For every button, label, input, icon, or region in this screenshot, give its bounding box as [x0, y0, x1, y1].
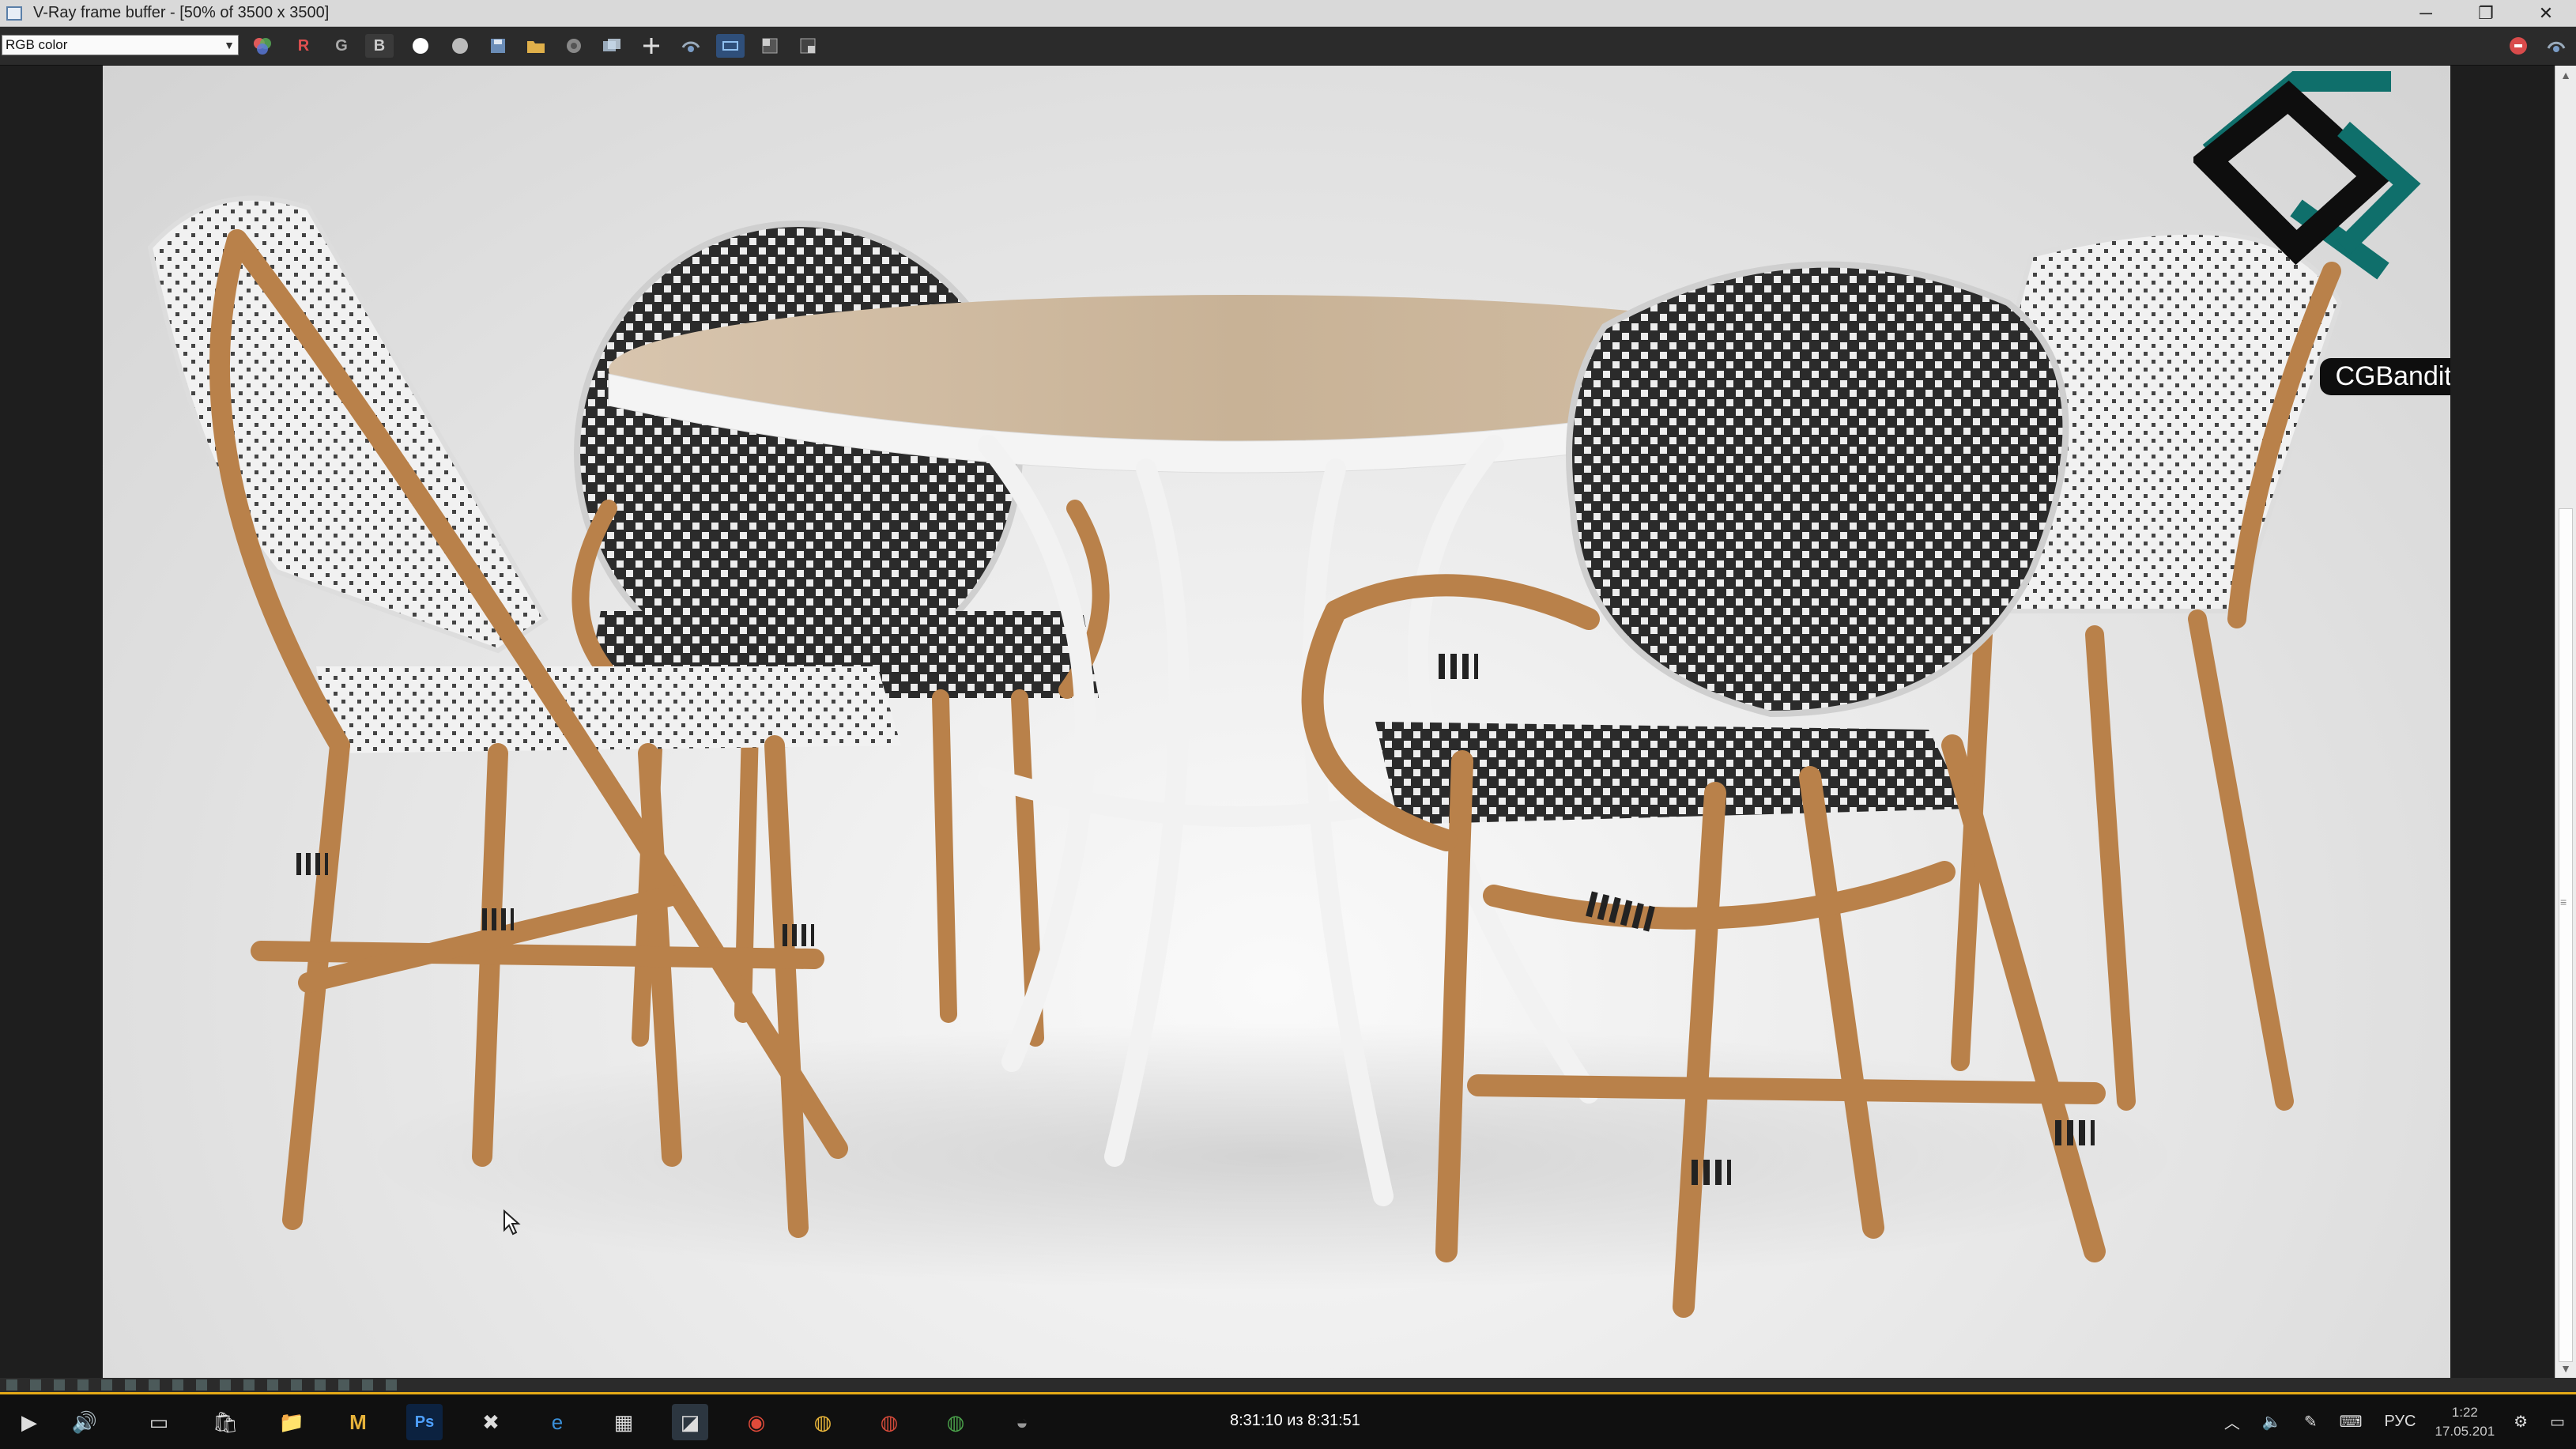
blue-channel-button[interactable]: B — [365, 34, 394, 58]
vray-frame-icon — [6, 6, 22, 21]
compare-icon[interactable] — [756, 34, 784, 58]
background-icon[interactable] — [220, 1379, 231, 1391]
pen-icon[interactable]: ✎ — [2304, 1412, 2318, 1432]
history-icon[interactable] — [6, 1379, 17, 1391]
restore-button[interactable]: ❐ — [2456, 0, 2516, 26]
explorer-icon[interactable]: 📁 — [273, 1404, 310, 1440]
window-controls: ─ ❐ ✕ — [2396, 0, 2576, 26]
vfb-toolbar: RGB color ▼ R G B — [0, 27, 2576, 66]
player-time: 8:31:10 из 8:31:51 — [1230, 1412, 1360, 1429]
keyboard-icon[interactable]: ⌨ — [2340, 1412, 2363, 1432]
green-channel-button[interactable]: G — [327, 34, 356, 58]
stop-render-icon[interactable] — [2504, 34, 2533, 58]
hsl-icon[interactable] — [149, 1379, 160, 1391]
chrome-canary-icon[interactable]: ◍ — [805, 1404, 841, 1440]
edge-icon[interactable]: e — [539, 1404, 575, 1440]
levels-icon[interactable] — [54, 1379, 65, 1391]
chrome-icon[interactable]: ◍ — [871, 1404, 907, 1440]
curve-icon[interactable] — [77, 1379, 89, 1391]
scroll-down-icon[interactable]: ▼ — [2555, 1359, 2576, 1378]
scroll-thumb[interactable] — [2559, 508, 2573, 1362]
info-icon[interactable] — [267, 1379, 278, 1391]
vray-icon[interactable]: ◪ — [672, 1404, 708, 1440]
task-view-icon[interactable]: ▭ — [141, 1404, 177, 1440]
language-indicator[interactable]: РУС — [2384, 1413, 2416, 1431]
volume-icon[interactable]: 🔊 — [66, 1404, 103, 1440]
photoshop-icon[interactable]: Ps — [406, 1404, 443, 1440]
title-bar: V-Ray frame buffer - [50% of 3500 x 3500… — [0, 0, 2576, 27]
calculator-icon[interactable]: ▦ — [605, 1404, 642, 1440]
open-icon[interactable] — [522, 34, 550, 58]
store-icon[interactable]: 🛍 — [207, 1404, 243, 1440]
render-settings-icon[interactable] — [2542, 34, 2570, 58]
mono-icon[interactable] — [446, 34, 474, 58]
chevron-down-icon: ▼ — [224, 39, 235, 51]
clock-date: 17.05.201 — [2435, 1423, 2495, 1439]
lens-effects-icon[interactable] — [794, 34, 822, 58]
alpha-white-icon[interactable] — [406, 34, 435, 58]
3dsmax-icon[interactable]: ✖ — [473, 1404, 509, 1440]
aux-icon[interactable] — [338, 1379, 349, 1391]
minimize-button[interactable]: ─ — [2396, 0, 2456, 26]
scroll-grip-icon: ≡ — [2560, 896, 2567, 908]
close-button[interactable]: ✕ — [2516, 0, 2576, 26]
vertical-scrollbar[interactable]: ▲ ≡ ▼ — [2555, 66, 2576, 1378]
region-render-icon[interactable] — [677, 34, 705, 58]
more-icon[interactable] — [386, 1379, 397, 1391]
clear-icon[interactable] — [560, 34, 588, 58]
system-tray: ︿ 🔈 ✎ ⌨ РУС 1:22 17.05.201 ⚙ ▭ — [2213, 1394, 2576, 1449]
xbox-icon[interactable]: ◍ — [937, 1404, 974, 1440]
hide-icon[interactable] — [315, 1379, 326, 1391]
logo-text: CGBandit.com — [2320, 358, 2450, 395]
record-icon[interactable]: ◉ — [738, 1404, 775, 1440]
white-balance-icon[interactable] — [125, 1379, 136, 1391]
link-icon[interactable] — [716, 34, 745, 58]
clock-time: 1:22 — [2451, 1404, 2478, 1420]
clock[interactable]: 1:22 17.05.201 — [2435, 1403, 2495, 1441]
window-title: V-Ray frame buffer - [50% of 3500 x 3500… — [33, 4, 330, 21]
exposure-icon[interactable] — [101, 1379, 112, 1391]
channel-select-value: RGB color — [6, 37, 68, 52]
scroll-up-icon[interactable]: ▲ — [2555, 66, 2576, 85]
track-mouse-icon[interactable] — [637, 34, 666, 58]
cgbandit-logo-icon — [2193, 71, 2421, 280]
channel-select[interactable]: RGB color ▼ — [2, 35, 239, 55]
color-correction-icon[interactable] — [248, 34, 277, 58]
render-viewport[interactable]: CGBandit.com ▲ ≡ ▼ — [0, 66, 2576, 1378]
floor-shadow — [364, 1022, 2182, 1291]
save-icon[interactable] — [484, 34, 512, 58]
lut-icon[interactable] — [172, 1379, 183, 1391]
taskbar: ▶ 🔊 ▭ 🛍 📁 M Ps ✖ e ▦ ◪ ◉ ◍ ◍ ◍ ◒ 8:31:10… — [0, 1392, 2576, 1449]
furniture-render — [147, 195, 2343, 1318]
chevron-up-icon[interactable]: ︿ — [2224, 1410, 2240, 1433]
rendered-image: CGBandit.com — [103, 66, 2450, 1378]
gmail-icon[interactable]: M — [340, 1404, 376, 1440]
scroll-icon[interactable] — [291, 1379, 302, 1391]
speaker-icon[interactable]: 🔈 — [2262, 1412, 2282, 1432]
settings-icon[interactable]: ◒ — [1004, 1404, 1040, 1440]
stamp-icon[interactable] — [196, 1379, 207, 1391]
gear-icon[interactable]: ⚙ — [2514, 1412, 2528, 1432]
red-channel-button[interactable]: R — [289, 34, 318, 58]
vfb-status-strip — [0, 1378, 2576, 1392]
layers-icon[interactable] — [30, 1379, 41, 1391]
start-icon[interactable]: ▶ — [11, 1404, 47, 1440]
extra-icon[interactable] — [362, 1379, 373, 1391]
notification-icon[interactable]: ▭ — [2550, 1412, 2565, 1432]
duplicate-icon[interactable] — [598, 34, 626, 58]
test-icon[interactable] — [243, 1379, 255, 1391]
mouse-cursor-icon — [504, 1209, 521, 1236]
